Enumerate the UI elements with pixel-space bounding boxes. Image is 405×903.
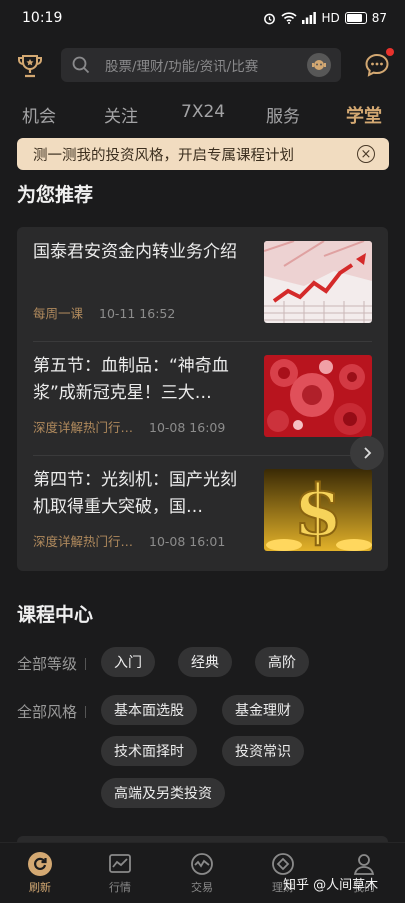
status-icons: HD 87 [263,11,387,25]
tab-service[interactable]: 服务 [266,102,300,127]
chip-style-alternative[interactable]: 高端及另类投资 [101,778,225,808]
article-meta: 深度详解热门行… 10-08 16:09 [33,417,225,436]
trophy-icon[interactable] [16,52,44,80]
category-tabs: 机会 关注 7X24 服务 学堂 [0,102,405,132]
tab-follow[interactable]: 关注 [104,102,138,127]
dollar-sign-image: $ [264,469,372,551]
tab-academy[interactable]: 学堂 [346,102,382,128]
nav-trade[interactable]: 交易 [172,851,232,895]
article-item[interactable]: 第五节：血制品：“神奇血浆”成新冠克星！三大… 深度详解热门行… 10-08 1… [33,341,372,455]
chip-style-fundamental[interactable]: 基本面选股 [101,695,197,725]
chevron-right-icon [364,447,372,459]
article-time: 10-08 16:01 [149,534,226,549]
close-icon[interactable]: × [357,145,375,163]
search-placeholder: 股票/理财/功能/资讯/比赛 [105,59,259,75]
article-title: 第四节：光刻机：国产光刻机取得重大突破，国… [33,470,237,517]
style-filter-label: 全部风格 [17,701,86,722]
chart-arrow-image [264,241,372,323]
alarm-icon [264,13,276,24]
article-meta: 每周一课 10-11 16:52 [33,303,175,322]
nav-label: 交易 [191,881,213,894]
network-type: HD [321,11,340,25]
battery-icon [344,12,367,24]
top-bar: 股票/理财/功能/资讯/比赛 [0,46,405,86]
chip-level-beginner[interactable]: 入门 [101,647,155,677]
nav-market[interactable]: 行情 [90,851,150,895]
wifi-icon [281,12,298,24]
nav-label: 行情 [109,881,131,894]
signal-icon [302,12,317,24]
banner-text: 测一测我的投资风格，开启专属课程计划 [33,147,294,164]
svg-text:$: $ [294,469,343,551]
article-category: 深度详解热门行… [33,534,134,549]
bottom-nav: 刷新 行情 交易 理财 我的 [0,842,405,903]
article-time: 10-08 16:09 [149,420,226,435]
tab-7x24[interactable]: 7X24 [181,102,225,122]
chip-level-advanced[interactable]: 高阶 [255,647,309,677]
recommend-card: 国泰君安资金内转业务介绍 每周一课 10-11 16:52 第五节：血制品：“神… [17,227,388,571]
trade-icon [191,853,213,875]
battery-percent: 87 [371,11,387,25]
course-center-title: 课程中心 [17,604,94,626]
battery-fill [346,14,363,22]
chip-style-fund[interactable]: 基金理财 [222,695,304,725]
article-category: 每周一课 [33,306,84,321]
article-title: 第五节：血制品：“神奇血浆”成新冠克星！三大… [33,356,229,403]
chip-style-basics[interactable]: 投资常识 [222,736,304,766]
nav-refresh[interactable]: 刷新 [10,851,70,895]
tab-opportunity[interactable]: 机会 [22,102,56,127]
watermark-text: 知乎 @人间草木 [283,878,379,893]
blood-cells-image [264,355,372,437]
market-chart-icon [109,854,131,873]
next-page-button[interactable] [350,436,384,470]
article-category: 深度详解热门行… [33,420,134,435]
risk-assessment-banner[interactable]: 测一测我的投资风格，开启专属课程计划 × [17,138,389,170]
status-time: 10:19 [22,10,63,26]
article-time: 10-11 16:52 [99,306,176,321]
refresh-icon [28,852,52,876]
article-meta: 深度详解热门行… 10-08 16:01 [33,531,225,550]
chip-level-classic[interactable]: 经典 [178,647,232,677]
search-bar[interactable]: 股票/理财/功能/资讯/比赛 [61,48,341,82]
article-title: 国泰君安资金内转业务介绍 [33,242,237,262]
article-item[interactable]: 国泰君安资金内转业务介绍 每周一课 10-11 16:52 [33,227,372,341]
notification-dot [386,48,394,56]
status-bar: 10:19 HD 87 [0,0,405,36]
assistant-robot-icon[interactable] [307,53,331,77]
recommend-title: 为您推荐 [17,184,94,206]
search-icon [72,56,90,74]
level-filter-label: 全部等级 [17,653,86,674]
nav-label: 刷新 [29,881,51,894]
article-item[interactable]: 第四节：光刻机：国产光刻机取得重大突破，国… 深度详解热门行… 10-08 16… [33,455,372,569]
chip-style-technical[interactable]: 技术面择时 [101,736,197,766]
